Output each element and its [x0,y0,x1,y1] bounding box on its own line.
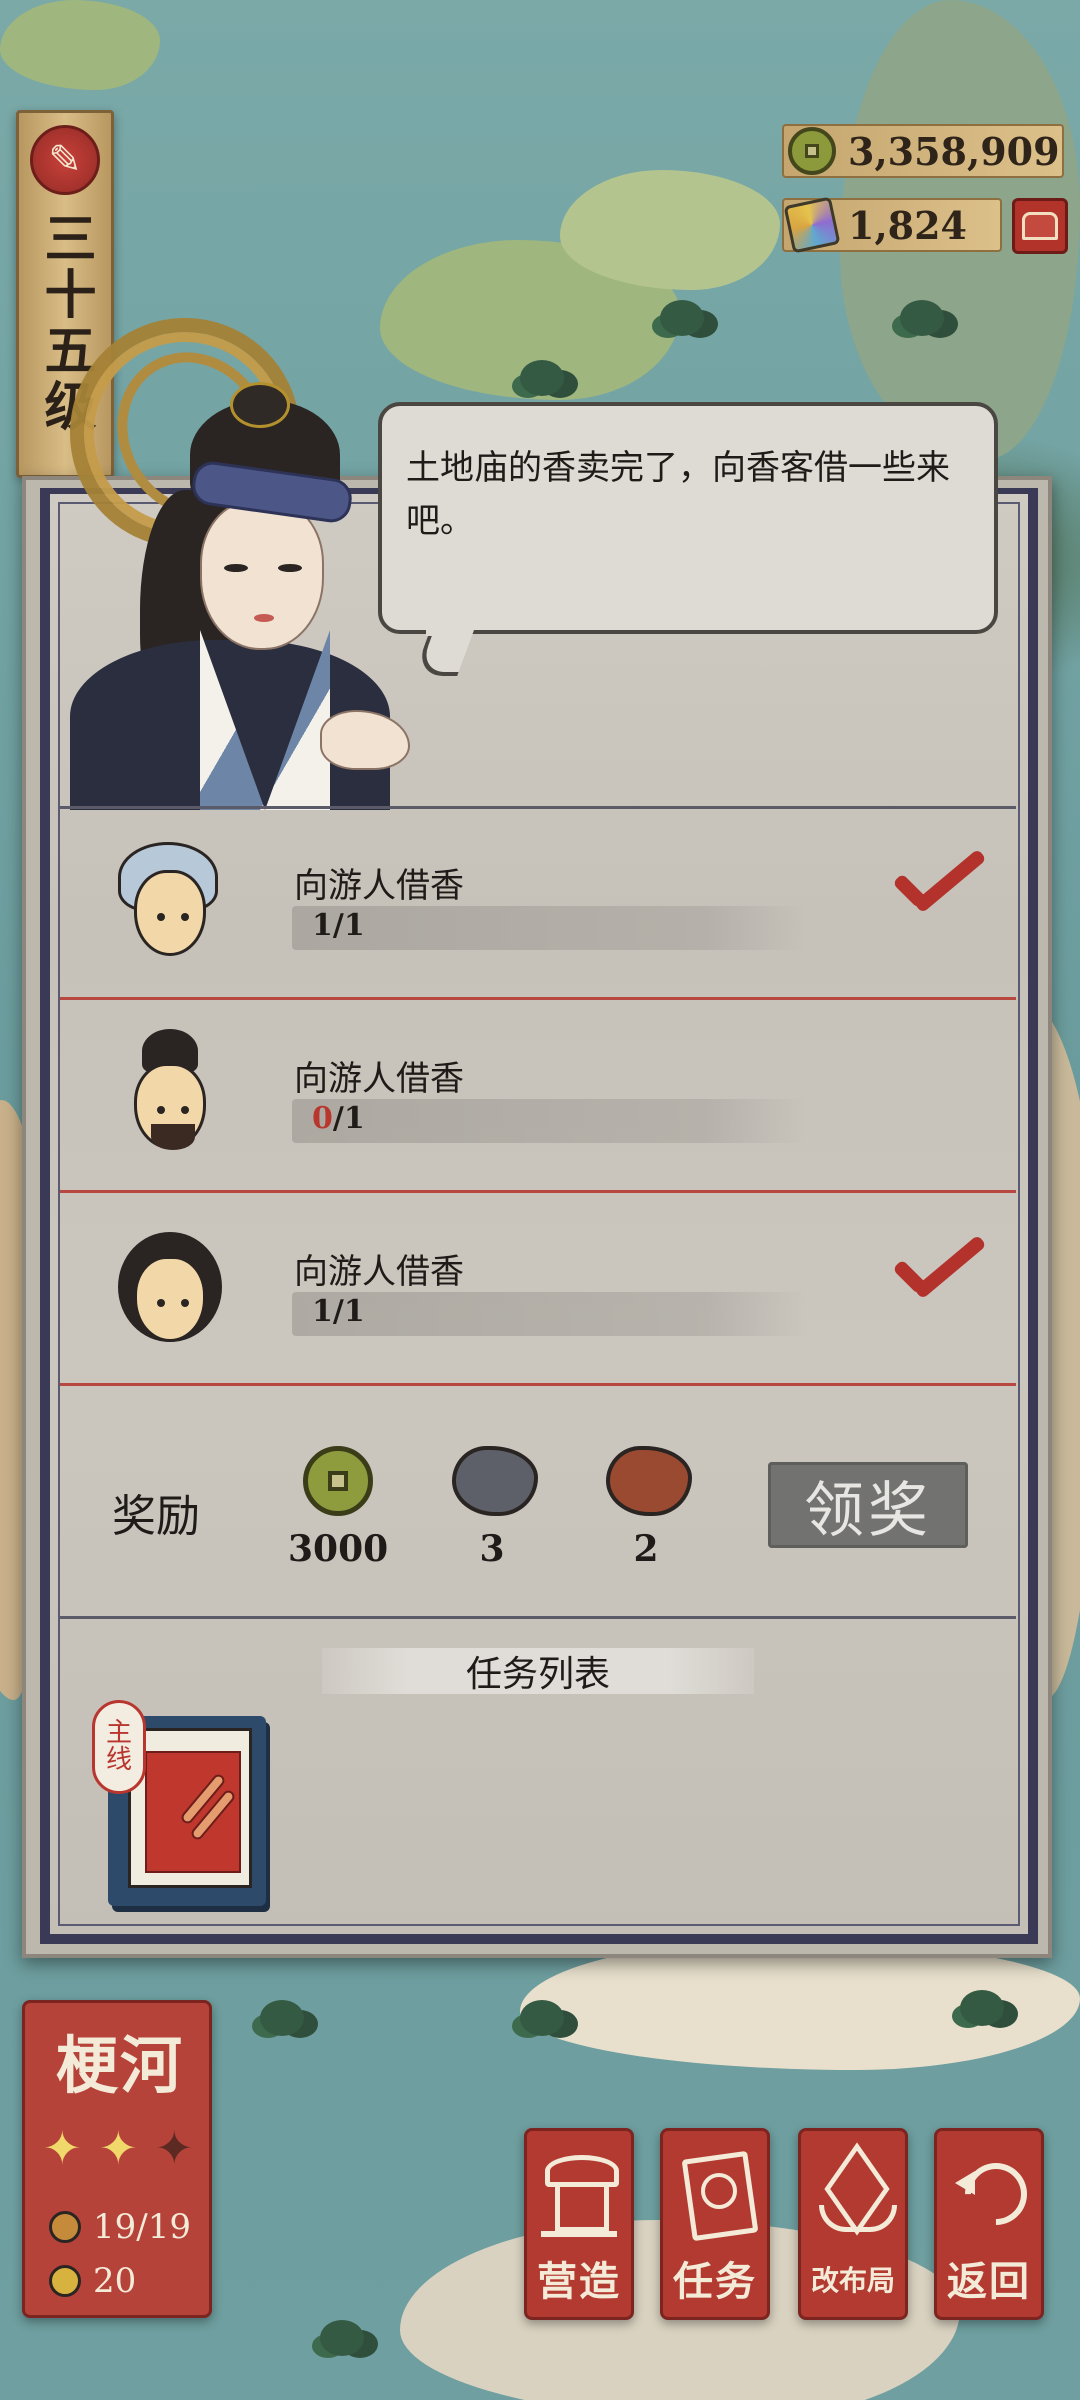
back-label: 返回 [947,2258,1031,2305]
star-icon [99,2125,139,2173]
reward-item: 3 [442,1446,542,1570]
map-tree [520,2000,564,2036]
grey-stone-icon [452,1446,538,1516]
main-quest-badge: 主 线 [92,1700,146,1794]
tasks-button[interactable]: 任务 [660,2128,770,2320]
character-eye [224,564,248,572]
character-hand [320,710,410,770]
character-lips [254,614,274,622]
brush-emblem-icon: ✎ [30,125,100,195]
map-tree [900,300,944,336]
task-progress-text: 0/1 [312,1101,365,1136]
region-card[interactable]: 梗河 19/19 20 [22,2000,212,2318]
peasant-woman-headscarf-icon [104,836,234,966]
task-title: 向游人借香 [294,866,464,906]
treasure-chest-button[interactable] [1012,198,1068,254]
incense-scroll-icon [145,1751,241,1873]
reward-count: 3000 [288,1528,389,1570]
task-title: 向游人借香 [294,1059,464,1099]
map-tree [260,2000,304,2036]
dialog-text: 土地庙的香卖完了，向香客借一些来吧。 [406,448,950,541]
chest-icon [1022,212,1058,240]
task-divider [60,1190,1016,1193]
build-button[interactable]: 营造 [524,2128,634,2320]
copper-coin-icon [788,127,836,175]
claim-reward-button[interactable]: 领奖 [768,1462,968,1548]
task-row[interactable]: 向游人借香 1/1 [60,810,1016,1000]
task-progress-bar: 0/1 [292,1099,808,1143]
map-island [560,170,780,290]
character-hair-ornament [230,382,290,428]
coin-counter[interactable]: 3,358,909 [782,124,1064,178]
copper-coin-icon [303,1446,373,1516]
lady-with-hairpin-icon [104,1222,234,1352]
speech-bubble: 土地庙的香卖完了，向香客借一些来吧。 [378,402,998,676]
tasks-label: 任务 [673,2258,757,2305]
task-progress-text: 1/1 [312,908,365,943]
gem-counter[interactable]: 1,824 [782,196,1002,254]
reward-label: 奖励 [112,1491,200,1542]
divider [60,806,1016,809]
completed-check-icon [886,1236,986,1316]
task-progress-bar: 1/1 [292,1292,808,1336]
map-tree [320,2320,364,2356]
star-icon [43,2125,83,2173]
reward-count: 3 [479,1528,505,1570]
divider [60,1616,1016,1619]
reward-item: 3000 [288,1446,388,1570]
reward-count: 2 [633,1528,659,1570]
task-divider [60,1383,1016,1386]
population-stat: 19/19 [49,2207,191,2247]
task-row[interactable]: 向游人借香 1/1 [60,1196,1016,1386]
star-icon [155,2125,195,2173]
task-progress-bar: 1/1 [292,906,808,950]
bearded-man-icon [104,1029,234,1159]
build-label: 营造 [537,2258,621,2305]
task-row[interactable]: 向游人借香 0/1 [60,1003,1016,1193]
quest-book-icon [677,2147,753,2237]
rotate-cube-icon [815,2147,897,2237]
worker-stat: 20 [49,2261,136,2301]
gem-amount: 1,824 [848,202,967,248]
task-progress-text: 1/1 [312,1294,365,1329]
quest-giver-portrait [70,382,410,810]
back-button[interactable]: 返回 [934,2128,1044,2320]
change-layout-label: 改布局 [810,2264,895,2297]
map-tree [960,1990,1004,2026]
pavilion-icon [541,2147,619,2237]
map-tree [520,360,564,396]
task-title: 向游人借香 [294,1252,464,1292]
character-eye [278,564,302,572]
jade-gem-icon [783,196,841,254]
reward-item: 2 [596,1446,696,1570]
coin-amount: 3,358,909 [848,128,1060,174]
brown-stone-icon [606,1446,692,1516]
map-island [0,0,160,90]
map-tree [660,300,704,336]
villager-icon [49,2211,81,2243]
completed-check-icon [886,850,986,930]
back-arrow-icon [951,2147,1027,2237]
task-divider [60,997,1016,1000]
character-face [200,500,324,650]
worker-face-icon [49,2265,81,2297]
region-name: 梗河 [55,2029,184,2102]
task-list-header: 任务列表 [322,1648,754,1695]
change-layout-button[interactable]: 改布局 [798,2128,908,2320]
